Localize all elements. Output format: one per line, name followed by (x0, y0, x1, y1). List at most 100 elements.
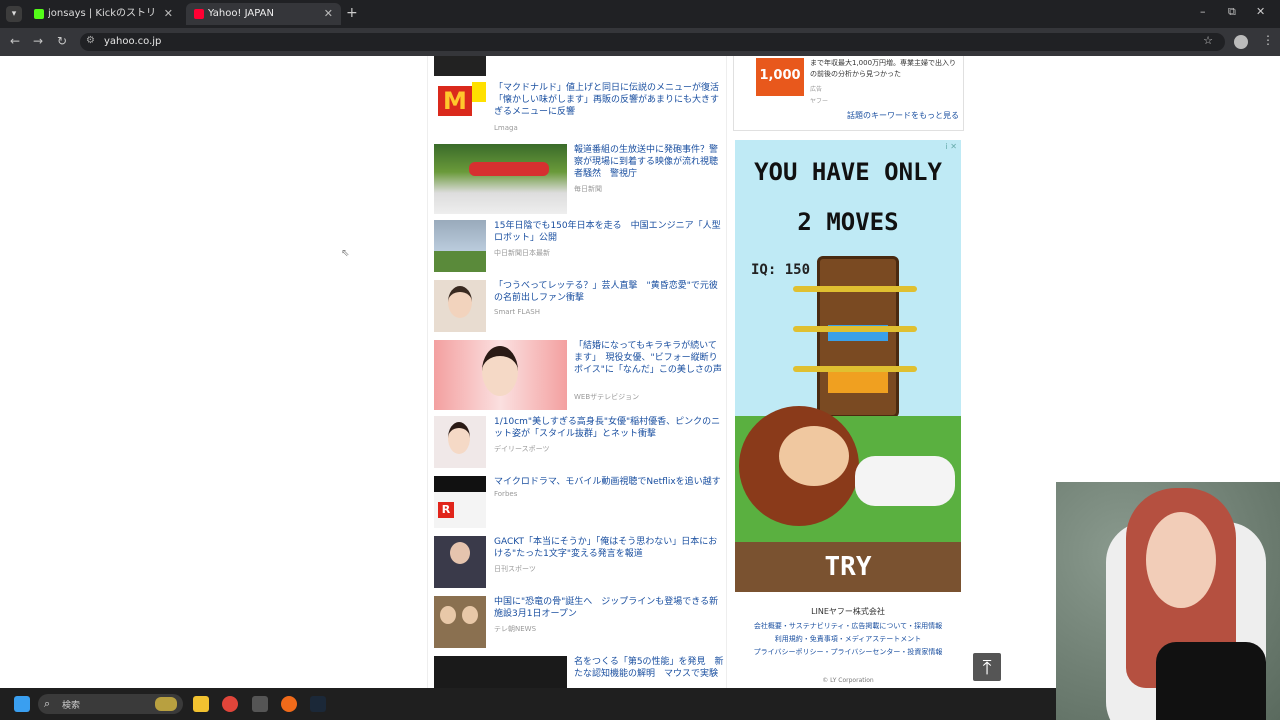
footer-links[interactable]: プライバシーポリシー・プライバシーセンター・投資家情報 (733, 646, 963, 659)
address-bar[interactable]: ⚙ yahoo.co.jp ☆ (80, 33, 1225, 51)
news-list: M 「マクドナルド」値上げと同日に伝説のメニューが復活「懐かしい味がします」再販… (427, 56, 727, 688)
chrome-icon[interactable] (222, 696, 238, 712)
ad-choices-icon[interactable]: i ✕ (946, 142, 957, 151)
news-thumb (434, 220, 486, 272)
bookmark-star-icon[interactable]: ☆ (1203, 34, 1213, 47)
news-title[interactable]: 15年日陰でも150年日本を走る 中国エンジニア「人型ロボット」公開 (494, 220, 722, 244)
webcam-overlay (1056, 482, 1280, 720)
more-keywords-link[interactable]: 話題のキーワードをもっと見る (847, 110, 959, 121)
news-source: 中日新聞日本最新 (494, 249, 550, 257)
news-item[interactable]: 「つうべってレッテる？」芸人直撃 "黄昏恋愛"で元彼の名前出しファン衝撃 Sma… (434, 280, 724, 334)
news-title[interactable]: 1/10cm"美しすぎる高身長"女優"稲村優香、ピンクのニット姿が「スタイル抜群… (494, 416, 722, 440)
streamer-shirt (1156, 642, 1266, 720)
news-thumb (434, 416, 486, 468)
news-source: WEBザテレビジョン (574, 393, 640, 401)
news-thumb: M (434, 82, 486, 134)
news-item[interactable]: R マイクロドラマ、モバイル動画視聴でNetflixを追い越す Forbes (434, 476, 724, 530)
news-source: Smart FLASH (494, 308, 540, 316)
promo-badge-text: 1,000 (759, 68, 801, 83)
tab-bar: ▾ jonsays | Kickのストリ ✕ Yahoo! JAPAN ✕ + … (0, 0, 1280, 28)
windows-start-icon[interactable] (14, 696, 30, 712)
news-item[interactable]: 報道番組の生放送中に発砲事件？警察が現場に到着する映像が流れ視聴者騒然 警視庁 … (434, 144, 724, 214)
footer-links[interactable]: 利用規約・免責事項・メディアステートメント (733, 633, 963, 646)
profile-avatar[interactable] (1234, 35, 1248, 49)
search-icon: ⌕ (44, 697, 51, 710)
close-tab-icon[interactable]: ✕ (324, 3, 333, 25)
news-title[interactable]: GACKT「本当にそうか」「俺はそう思わない」日本における"たった1文字"変える… (494, 536, 722, 560)
news-thumb (434, 56, 486, 76)
search-highlight-icon (155, 697, 177, 711)
tab-kick[interactable]: jonsays | Kickのストリ ✕ (26, 3, 181, 25)
app-icon[interactable] (281, 696, 297, 712)
streamer-face (1146, 512, 1216, 608)
news-source: Forbes (494, 490, 518, 498)
trending-box: 1,000 まで年収最大1,000万円増。専業主婦で出入りの前後の分析から見つか… (733, 56, 964, 131)
url-text: yahoo.co.jp (104, 36, 162, 47)
scroll-to-top-button[interactable]: ⤒ (973, 653, 1001, 681)
news-source: テレ朝NEWS (494, 625, 537, 633)
steam-icon[interactable] (310, 696, 326, 712)
news-item[interactable]: 1/10cm"美しすぎる高身長"女優"稲村優香、ピンクのニット姿が「スタイル抜群… (434, 416, 724, 470)
pin-icon (793, 366, 917, 372)
ad-headline-1: YOU HAVE ONLY (754, 158, 942, 186)
footer-links[interactable]: 会社概要・サステナビリティ・広告掲載について・採用情報 (733, 620, 963, 633)
news-title[interactable]: 「結婚になってもキラキラが続いてます」 現役女優、"ビフォー縦断りボイス"に「な… (574, 340, 724, 376)
tab-search-icon[interactable]: ▾ (6, 6, 22, 22)
maximize-button[interactable]: ⧉ (1228, 5, 1236, 19)
news-thumb (434, 536, 486, 588)
news-title[interactable]: 報道番組の生放送中に発砲事件？警察が現場に到着する映像が流れ視聴者騒然 警視庁 (574, 144, 724, 180)
yahoo-favicon-icon (194, 9, 204, 19)
mcdonalds-logo-icon: M (438, 86, 472, 116)
barrel-illustration (817, 256, 899, 418)
close-window-button[interactable]: ✕ (1256, 5, 1265, 18)
news-item[interactable]: 「結婚になってもキラキラが続いてます」 現役女優、"ビフォー縦断りボイス"に「な… (434, 340, 724, 410)
news-item[interactable]: 中国に"恐竜の骨"誕生へ ジップラインも登場できる新施設3月1日オープン テレ朝… (434, 596, 724, 650)
news-source: 毎日新聞 (574, 185, 602, 193)
browser-toolbar: ← → ↻ ⚙ yahoo.co.jp ☆ (0, 28, 1280, 56)
news-item[interactable]: 15年日陰でも150年日本を走る 中国エンジニア「人型ロボット」公開 中日新聞日… (434, 220, 724, 274)
taskbar-search[interactable]: ⌕ 検索 (38, 694, 183, 714)
reload-icon[interactable]: ↻ (57, 34, 67, 48)
back-icon[interactable]: ← (10, 34, 20, 48)
file-explorer-icon[interactable] (193, 696, 209, 712)
ad-try-button[interactable]: TRY (735, 542, 961, 592)
game-ad[interactable]: i ✕ YOU HAVE ONLY 2 MOVES IQ: 150 TRY (735, 140, 961, 592)
forward-icon[interactable]: → (33, 34, 43, 48)
sidebar: 1,000 まで年収最大1,000万円増。専業主婦で出入りの前後の分析から見つか… (733, 56, 964, 688)
search-placeholder: 検索 (62, 701, 81, 711)
news-thumb (434, 280, 486, 332)
minimize-button[interactable]: – (1200, 5, 1206, 18)
news-thumb: R (434, 476, 486, 528)
news-item[interactable]: M 「マクドナルド」値上げと同日に伝説のメニューが復活「懐かしい味がします」再販… (434, 82, 724, 136)
news-title[interactable]: 「マクドナルド」値上げと同日に伝説のメニューが復活「懐かしい味がします」再販の反… (494, 82, 722, 118)
news-title[interactable]: マイクロドラマ、モバイル動画視聴でNetflixを追い越す (494, 476, 722, 488)
promo-text[interactable]: まで年収最大1,000万円増。専業主婦で出入りの前後の分析から見つかった (810, 58, 958, 80)
news-item[interactable]: 名をつくる「第5の性能」を発見 新たな認知機能の解明 マウスで実験 (434, 656, 724, 688)
app-icon[interactable] (252, 696, 268, 712)
tab-title: jonsays | Kickのストリ (48, 8, 157, 19)
news-title[interactable]: 「つうべってレッテる？」芸人直撃 "黄昏恋愛"で元彼の名前出しファン衝撃 (494, 280, 722, 304)
promo-badge[interactable]: 1,000 (756, 58, 804, 96)
news-source: 日刊スポーツ (494, 565, 536, 573)
character-illustration (735, 406, 961, 542)
pin-icon (793, 286, 917, 292)
news-source: デイリースポーツ (494, 445, 550, 453)
news-title[interactable]: 中国に"恐竜の骨"誕生へ ジップラインも登場できる新施設3月1日オープン (494, 596, 722, 620)
pin-icon (793, 326, 917, 332)
news-thumb (434, 596, 486, 648)
site-info-icon[interactable]: ⚙ (86, 35, 95, 46)
news-title[interactable]: 名をつくる「第5の性能」を発見 新たな認知機能の解明 マウスで実験 (574, 656, 724, 680)
mouse-cursor-icon: ⇖ (341, 248, 350, 259)
news-source: Lmaga (494, 124, 518, 132)
browser-menu-icon[interactable]: ⋮ (1262, 33, 1274, 47)
ad-headline-2: 2 MOVES (797, 208, 899, 236)
tab-yahoo[interactable]: Yahoo! JAPAN ✕ (186, 3, 341, 25)
news-item[interactable]: GACKT「本当にそうか」「俺はそう思わない」日本における"たった1文字"変える… (434, 536, 724, 590)
news-thumb (434, 656, 567, 688)
company-name: LINEヤフー株式会社 (811, 607, 885, 616)
news-thumb (434, 340, 567, 410)
promo-source: ヤフー (810, 98, 829, 105)
promo-label: 広告 (810, 86, 823, 93)
close-tab-icon[interactable]: ✕ (164, 3, 173, 25)
new-tab-button[interactable]: + (346, 5, 358, 21)
